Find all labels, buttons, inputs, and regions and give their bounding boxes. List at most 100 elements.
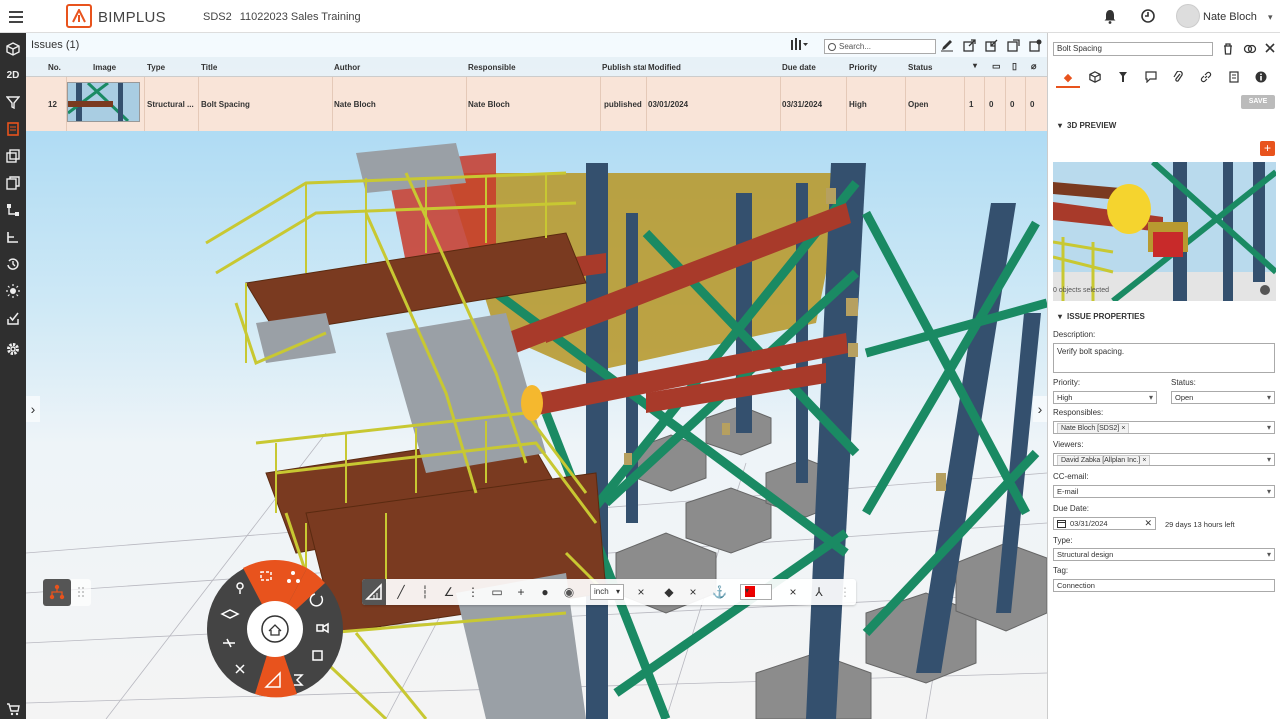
tab-report-icon[interactable] — [1227, 71, 1241, 85]
tab-info-icon[interactable] — [1254, 71, 1268, 85]
document-icon: ▯ — [1012, 61, 1017, 71]
measure-mode-button[interactable] — [362, 579, 386, 605]
models-icon[interactable] — [5, 175, 21, 191]
tag-input[interactable]: Connection — [1053, 579, 1275, 592]
section-issue-properties[interactable]: ISSUE PROPERTIES — [1058, 312, 1145, 321]
cell-type: Structural ... — [147, 100, 194, 109]
section-3d-preview[interactable]: 3D PREVIEW — [1058, 121, 1116, 130]
viewer-chip[interactable]: David Zabka [Allplan Inc.] × — [1057, 455, 1151, 465]
point-measure-icon[interactable]: + — [514, 584, 528, 600]
drag-handle[interactable] — [71, 579, 91, 606]
bcf-icon[interactable] — [1029, 38, 1045, 54]
tree-button[interactable] — [43, 579, 71, 606]
tree-toolbar — [43, 579, 91, 606]
cube-icon[interactable] — [5, 41, 21, 57]
filter-icon[interactable] — [5, 94, 21, 110]
history-icon[interactable] — [5, 256, 21, 272]
brand-name: BIMPLUS — [98, 9, 166, 26]
responsibles-select[interactable]: Nate Bloch [SDS2] × — [1053, 421, 1275, 434]
chevron-right-icon[interactable]: › — [1033, 396, 1047, 422]
col-no[interactable]: No. — [48, 63, 61, 72]
vertical-measure-icon[interactable]: ┆ — [418, 584, 432, 600]
description-field[interactable]: Verify bolt spacing. — [1053, 343, 1275, 373]
tag-icon[interactable]: ◆ — [662, 584, 676, 600]
col-priority[interactable]: Priority — [849, 63, 877, 72]
tab-tag-icon[interactable]: ◆ — [1061, 71, 1075, 85]
cell-attachments: 0 — [1030, 100, 1035, 109]
due-date-input[interactable]: 03/31/2024 ✕ — [1053, 517, 1156, 530]
detail-tabs: ◆ — [1048, 67, 1280, 89]
col-title[interactable]: Title — [201, 63, 217, 72]
close-icon[interactable] — [1265, 43, 1277, 55]
compare-icon[interactable] — [5, 148, 21, 164]
table-row[interactable]: 12 Structural ... Bolt Spacing Nate Bloc… — [26, 77, 1047, 131]
trash-icon[interactable] — [1222, 43, 1234, 55]
2d-icon[interactable]: 2D — [5, 67, 21, 83]
add-snapshot-button[interactable]: + — [1260, 141, 1275, 156]
chevron-right-icon[interactable]: › — [26, 396, 40, 422]
responsible-chip[interactable]: Nate Bloch [SDS2] × — [1057, 423, 1130, 433]
bell-icon[interactable] — [1102, 8, 1118, 24]
col-publish-status[interactable]: Publish stat — [602, 63, 646, 72]
angle-measure-icon[interactable]: ∠ — [442, 584, 456, 600]
priority-label: Priority: — [1053, 378, 1081, 387]
edit-issue-icon[interactable] — [940, 38, 956, 54]
unlink-icon[interactable] — [1243, 43, 1257, 55]
navigation-wheel[interactable] — [205, 559, 345, 699]
structure-icon[interactable] — [5, 229, 21, 245]
issues-icon[interactable] — [5, 121, 21, 137]
calendar-icon[interactable] — [1057, 519, 1066, 529]
col-type[interactable]: Type — [147, 63, 165, 72]
table-header: No. Image Type Title Author Responsible … — [26, 57, 1047, 77]
viewers-select[interactable]: David Zabka [Allplan Inc.] × — [1053, 453, 1275, 466]
save-button[interactable]: SAVE — [1241, 95, 1275, 109]
col-author[interactable]: Author — [334, 63, 360, 72]
clear-color-icon[interactable]: × — [786, 584, 800, 600]
unit-select[interactable]: inch ▾ — [590, 584, 624, 600]
tab-comment-icon[interactable] — [1144, 71, 1158, 85]
dot-small-icon[interactable]: ● — [538, 584, 552, 600]
columns-icon[interactable] — [791, 38, 809, 52]
report-icon[interactable] — [1007, 38, 1023, 54]
priority-select[interactable]: High — [1053, 391, 1157, 404]
hierarchy-icon[interactable] — [5, 202, 21, 218]
issue-title-input[interactable]: Bolt Spacing — [1053, 42, 1213, 56]
cell-pins: 1 — [969, 100, 974, 109]
area-measure-icon[interactable]: ▭ — [490, 584, 504, 600]
support-icon[interactable] — [1140, 8, 1156, 24]
clear-tag-icon[interactable]: × — [686, 584, 700, 600]
gear-icon[interactable] — [5, 341, 21, 357]
anchor-icon[interactable]: ⚓ — [712, 584, 727, 600]
cart-icon[interactable] — [5, 701, 21, 717]
line-measure-icon[interactable]: ╱ — [394, 584, 408, 600]
export-icon[interactable] — [963, 38, 979, 54]
tab-attachment-icon[interactable] — [1171, 70, 1185, 85]
tab-link-icon[interactable] — [1199, 71, 1213, 85]
cc-email-value: E-mail — [1057, 487, 1079, 496]
checklist-icon[interactable] — [5, 310, 21, 326]
cc-email-select[interactable]: E-mail — [1053, 485, 1275, 498]
sun-icon[interactable] — [5, 283, 21, 299]
issue-thumbnail — [67, 81, 140, 123]
tab-pin-icon[interactable] — [1116, 71, 1130, 85]
drag-handle[interactable]: ⋮ — [838, 584, 852, 600]
tab-cube-icon[interactable] — [1088, 71, 1102, 85]
search-input[interactable]: Search... — [824, 39, 936, 54]
distance-measure-icon[interactable]: ⋮ — [466, 584, 480, 600]
menu-icon[interactable] — [9, 8, 23, 24]
type-select[interactable]: Structural design — [1053, 548, 1275, 561]
user-menu[interactable]: Nate Bloch ▾ — [1176, 4, 1276, 30]
import-icon[interactable] — [985, 38, 1001, 54]
col-responsible[interactable]: Responsible — [468, 63, 516, 72]
color-select[interactable]: ▾ — [740, 584, 772, 600]
unit-value: inch — [594, 587, 609, 596]
clear-measure-icon[interactable]: × — [634, 584, 648, 600]
dot-large-icon[interactable]: ◉ — [562, 584, 576, 600]
axes-icon[interactable]: ⅄ — [812, 584, 826, 600]
col-status[interactable]: Status — [908, 63, 932, 72]
col-modified[interactable]: Modified — [648, 63, 681, 72]
clear-date-icon[interactable]: ✕ — [1144, 518, 1152, 529]
col-image[interactable]: Image — [93, 63, 116, 72]
col-due-date[interactable]: Due date — [782, 63, 816, 72]
status-select[interactable]: Open — [1171, 391, 1275, 404]
